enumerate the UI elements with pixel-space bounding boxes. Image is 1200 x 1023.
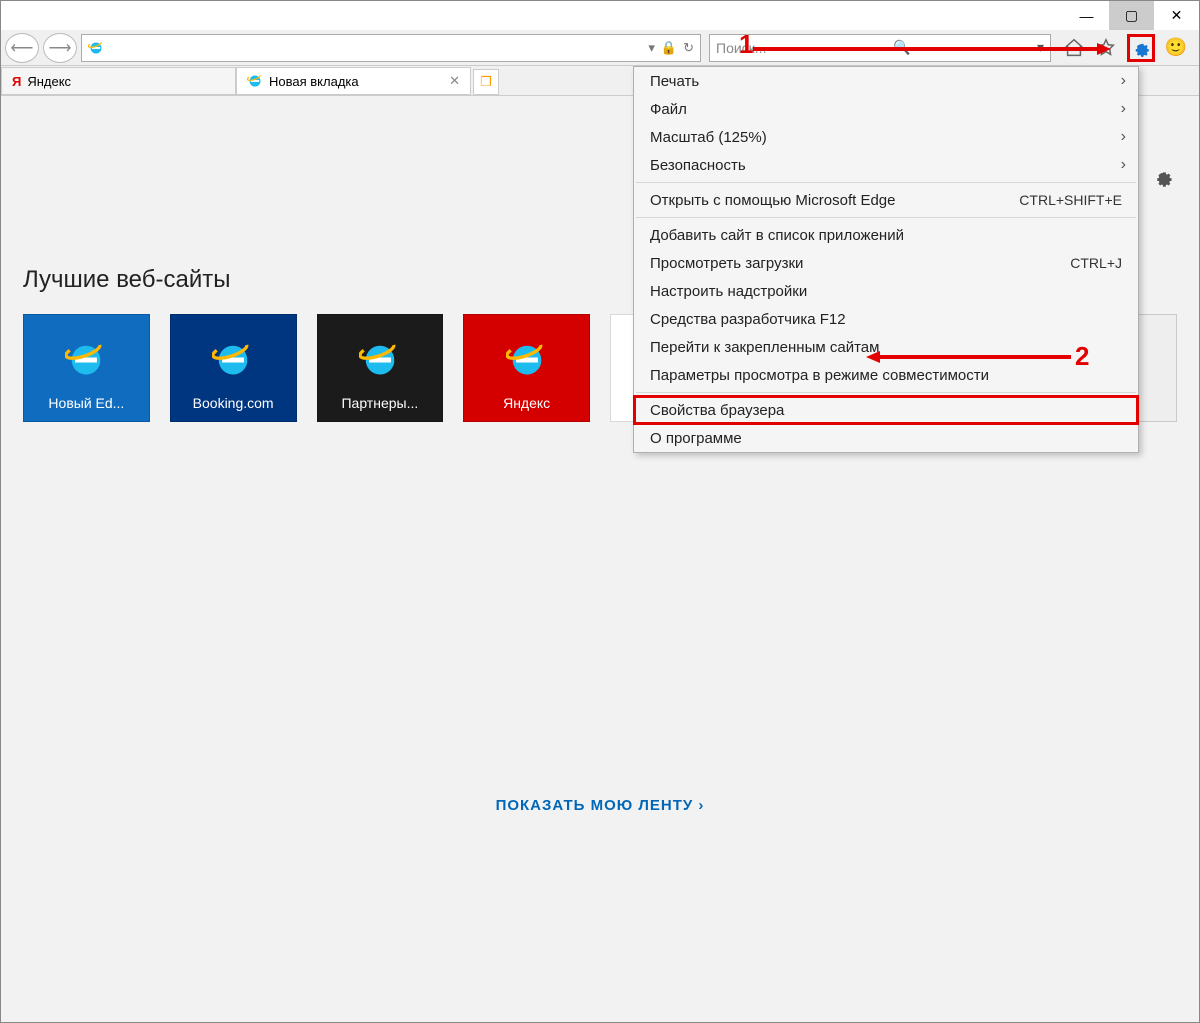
tools-menu: Печать Файл Масштаб (125%) Безопасность …: [633, 66, 1139, 453]
menu-separator: [636, 182, 1136, 183]
minimize-button[interactable]: —: [1064, 1, 1109, 30]
tile-booking[interactable]: Booking.com: [170, 314, 297, 422]
yandex-icon: Я: [12, 74, 21, 89]
close-window-button[interactable]: ✕: [1154, 1, 1199, 30]
search-icon[interactable]: 🔍: [893, 39, 910, 56]
menu-open-edge[interactable]: Открыть с помощью Microsoft EdgeCTRL+SHI…: [634, 186, 1138, 214]
tile-partners[interactable]: Партнеры...: [317, 314, 444, 422]
tools-gear-button[interactable]: [1127, 34, 1155, 62]
ie-icon: [65, 339, 107, 381]
tab-yandex[interactable]: Я Яндекс: [1, 67, 236, 95]
search-box[interactable]: Поиск... 🔍 ▾: [709, 34, 1051, 62]
tile-label: Booking.com: [193, 395, 274, 411]
tile-yandex[interactable]: Яндекс: [463, 314, 590, 422]
tile-new-edge[interactable]: Новый Ed...: [23, 314, 150, 422]
search-dropdown-icon[interactable]: ▾: [1037, 39, 1044, 56]
home-icon[interactable]: [1063, 37, 1085, 59]
menu-separator: [636, 392, 1136, 393]
tile-label: Партнеры...: [341, 395, 418, 411]
close-tab-icon[interactable]: ✕: [449, 73, 460, 89]
maximize-button[interactable]: ▢: [1109, 1, 1154, 30]
feedback-smiley-icon[interactable]: 🙂: [1165, 37, 1187, 59]
menu-f12-devtools[interactable]: Средства разработчика F12: [634, 305, 1138, 333]
menu-zoom[interactable]: Масштаб (125%): [634, 123, 1138, 151]
back-button[interactable]: ⟵: [5, 33, 39, 63]
page-settings-gear-icon[interactable]: [1152, 166, 1174, 193]
ie-icon: [88, 40, 104, 56]
ie-icon: [247, 73, 263, 89]
menu-safety[interactable]: Безопасность: [634, 151, 1138, 179]
lock-icon: 🔒: [661, 40, 677, 56]
new-tab-button[interactable]: ❐: [473, 69, 499, 95]
tile-label: Новый Ed...: [48, 395, 124, 411]
annotation-1: 1: [739, 29, 753, 60]
menu-about[interactable]: О программе: [634, 424, 1138, 452]
menu-compat-view[interactable]: Параметры просмотра в режиме совместимос…: [634, 361, 1138, 389]
forward-button[interactable]: ⟶: [43, 33, 77, 63]
dropdown-icon[interactable]: ▾: [648, 40, 655, 56]
tile-label: Яндекс: [503, 395, 550, 411]
browser-toolbar: ⟵ ⟶ ▾ 🔒 ↻ Поиск... 🔍 ▾ 🙂: [1, 30, 1199, 66]
window-controls: — ▢ ✕: [1064, 1, 1199, 30]
menu-downloads[interactable]: Просмотреть загрузкиCTRL+J: [634, 249, 1138, 277]
menu-pinned-sites[interactable]: Перейти к закрепленным сайтам: [634, 333, 1138, 361]
show-feed-link[interactable]: ПОКАЗАТЬ МОЮ ЛЕНТУ ›: [1, 797, 1199, 814]
menu-separator: [636, 217, 1136, 218]
menu-internet-options[interactable]: Свойства браузера: [634, 396, 1138, 424]
tab-new[interactable]: Новая вкладка ✕: [236, 67, 471, 95]
ie-icon: [506, 339, 548, 381]
menu-file[interactable]: Файл: [634, 95, 1138, 123]
address-bar[interactable]: ▾ 🔒 ↻: [81, 34, 701, 62]
ie-icon: [359, 339, 401, 381]
favorites-icon[interactable]: [1095, 37, 1117, 59]
ie-icon: [212, 339, 254, 381]
gear-icon: [1131, 38, 1151, 58]
refresh-icon[interactable]: ↻: [683, 40, 694, 56]
menu-print[interactable]: Печать: [634, 67, 1138, 95]
menu-add-site[interactable]: Добавить сайт в список приложений: [634, 221, 1138, 249]
tab-label: Новая вкладка: [269, 74, 359, 89]
annotation-2: 2: [1075, 341, 1089, 372]
menu-manage-addons[interactable]: Настроить надстройки: [634, 277, 1138, 305]
tab-label: Яндекс: [27, 74, 71, 89]
